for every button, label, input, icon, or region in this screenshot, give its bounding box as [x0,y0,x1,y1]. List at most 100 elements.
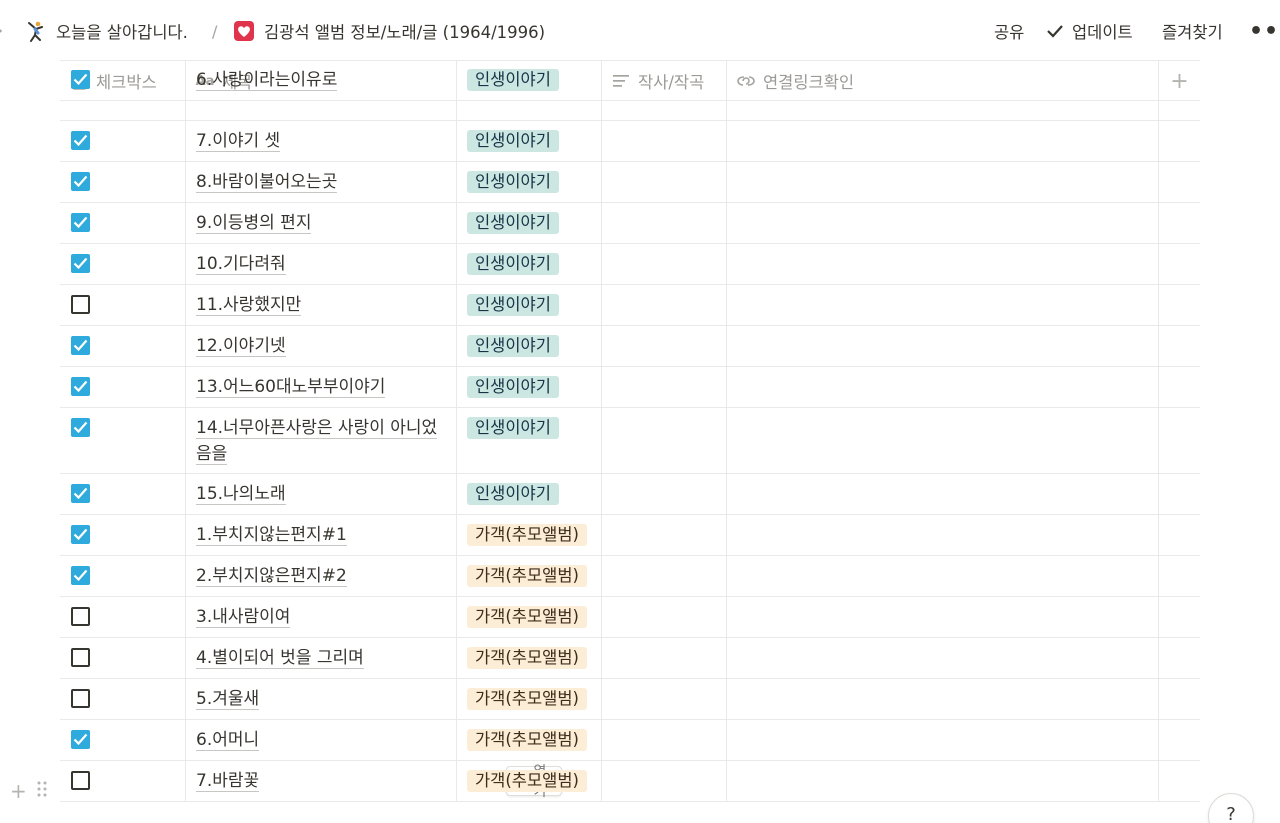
link-cell[interactable] [727,761,1159,801]
title-cell[interactable]: 8.바람이불어오는곳 [186,162,457,202]
page-crumb[interactable]: 김광석 앨범 정보/노래/글 (1964/1996) [232,18,545,44]
tags-cell[interactable]: 인생이야기 [457,69,602,120]
title-cell[interactable]: 13.어느60대노부부이야기 [186,367,457,407]
row-checkbox[interactable] [71,566,90,585]
writer-cell[interactable] [602,162,727,202]
title-cell[interactable]: 9.이등병의 편지 [186,203,457,243]
link-cell[interactable] [727,408,1159,473]
table-row[interactable]: 11.사랑했지만 인생이야기 [60,285,1200,326]
writer-cell[interactable] [602,761,727,801]
row-checkbox[interactable] [71,418,90,437]
table-row[interactable]: 1.부치지않는편지#1 가객(추모앨범) [60,515,1200,556]
link-cell[interactable] [727,367,1159,407]
link-cell[interactable] [727,679,1159,719]
link-cell[interactable] [727,638,1159,678]
link-cell[interactable] [727,244,1159,284]
row-checkbox[interactable] [71,484,90,503]
table-row[interactable]: 8.바람이불어오는곳 인생이야기 [60,162,1200,203]
row-title[interactable]: 7.이야기 셋 [196,128,448,154]
title-cell[interactable]: 4.별이되어 벗을 그리며 [186,638,457,678]
link-cell[interactable] [727,162,1159,202]
writer-cell[interactable] [602,597,727,637]
writer-cell[interactable] [602,679,727,719]
drag-handle-icon[interactable] [37,779,47,803]
writer-cell[interactable] [602,515,727,555]
table-row[interactable]: 7.이야기 셋 인생이야기 [60,121,1200,162]
row-title[interactable]: 5.겨울새 [196,686,448,712]
writer-cell[interactable] [602,556,727,596]
title-cell[interactable]: 12.이야기넷 [186,326,457,366]
tags-cell[interactable]: 가객(추모앨범) [457,515,602,555]
link-cell[interactable] [727,121,1159,161]
row-checkbox[interactable] [71,213,90,232]
tags-cell[interactable]: 인생이야기 [457,203,602,243]
writer-cell[interactable] [602,121,727,161]
tags-cell[interactable]: 인생이야기 [457,367,602,407]
row-title[interactable]: 1.부치지않는편지#1 [196,522,448,548]
row-checkbox[interactable] [71,689,90,708]
link-cell[interactable] [727,474,1159,514]
row-title[interactable]: 7.바람꽃 [196,768,448,794]
tags-cell[interactable]: 가객(추모앨범) [457,679,602,719]
table-row[interactable]: 6.사랑이라는이유로 인생이야기 [60,69,1200,121]
writer-cell[interactable] [602,367,727,407]
row-title[interactable]: 8.바람이불어오는곳 [196,169,448,195]
writer-cell[interactable] [602,720,727,760]
writer-cell[interactable] [602,326,727,366]
table-row[interactable]: 4.별이되어 벗을 그리며 가객(추모앨범) [60,638,1200,679]
row-title[interactable]: 13.어느60대노부부이야기 [196,374,448,400]
link-cell[interactable] [727,597,1159,637]
title-cell[interactable]: 1.부치지않는편지#1 [186,515,457,555]
row-checkbox[interactable] [71,336,90,355]
tags-cell[interactable]: 인생이야기 [457,162,602,202]
updates-button[interactable]: 업데이트 [1046,18,1133,44]
tags-cell[interactable]: 인생이야기 [457,474,602,514]
row-checkbox[interactable] [71,254,90,273]
tags-cell[interactable]: 가객(추모앨범) [457,761,602,801]
row-checkbox[interactable] [71,131,90,150]
workspace-crumb[interactable]: 오늘을 살아갑니다. [24,18,188,44]
row-title[interactable]: 6.어머니 [196,727,448,753]
help-button[interactable]: ? [1208,793,1254,823]
writer-cell[interactable] [602,638,727,678]
tags-cell[interactable]: 인생이야기 [457,408,602,473]
row-checkbox[interactable] [71,607,90,626]
table-row[interactable]: 10.기다려줘 인생이야기 [60,244,1200,285]
title-cell[interactable]: 15.나의노래 [186,474,457,514]
title-cell[interactable]: 7.바람꽃열기 [186,761,562,801]
link-cell[interactable] [727,203,1159,243]
title-cell[interactable]: 5.겨울새 [186,679,457,719]
tags-cell[interactable]: 가객(추모앨범) [457,720,602,760]
row-checkbox[interactable] [71,377,90,396]
back-arrow-icon[interactable] [0,18,8,44]
title-cell[interactable]: 14.너무아픈사랑은 사랑이 아니었음을 [186,408,457,473]
tags-cell[interactable]: 인생이야기 [457,244,602,284]
link-cell[interactable] [727,515,1159,555]
row-title[interactable]: 14.너무아픈사랑은 사랑이 아니었음을 [196,415,448,467]
row-checkbox[interactable] [71,648,90,667]
writer-cell[interactable] [602,285,727,325]
share-button[interactable]: 공유 [994,18,1024,44]
row-checkbox[interactable] [71,70,90,89]
table-row[interactable]: 3.내사람이여 가객(추모앨범) [60,597,1200,638]
link-cell[interactable] [727,80,1159,120]
row-title[interactable]: 6.사랑이라는이유로 [196,67,448,93]
row-checkbox[interactable] [71,771,90,790]
writer-cell[interactable] [602,203,727,243]
row-checkbox[interactable] [71,295,90,314]
row-checkbox[interactable] [71,730,90,749]
table-row[interactable]: 6.어머니 가객(추모앨범) [60,720,1200,761]
tags-cell[interactable]: 인생이야기 [457,121,602,161]
writer-cell[interactable] [602,244,727,284]
table-row[interactable]: 14.너무아픈사랑은 사랑이 아니었음을 인생이야기 [60,408,1200,474]
more-options-icon[interactable]: ••• [1249,18,1280,44]
writer-cell[interactable] [602,474,727,514]
row-title[interactable]: 10.기다려줘 [196,251,448,277]
title-cell[interactable]: 6.어머니 [186,720,457,760]
table-row[interactable]: 15.나의노래 인생이야기 [60,474,1200,515]
favorite-button[interactable]: 즐겨찾기 [1162,18,1223,44]
row-title[interactable]: 9.이등병의 편지 [196,210,448,236]
tags-cell[interactable]: 가객(추모앨범) [457,556,602,596]
link-cell[interactable] [727,720,1159,760]
title-cell[interactable]: 3.내사람이여 [186,597,457,637]
